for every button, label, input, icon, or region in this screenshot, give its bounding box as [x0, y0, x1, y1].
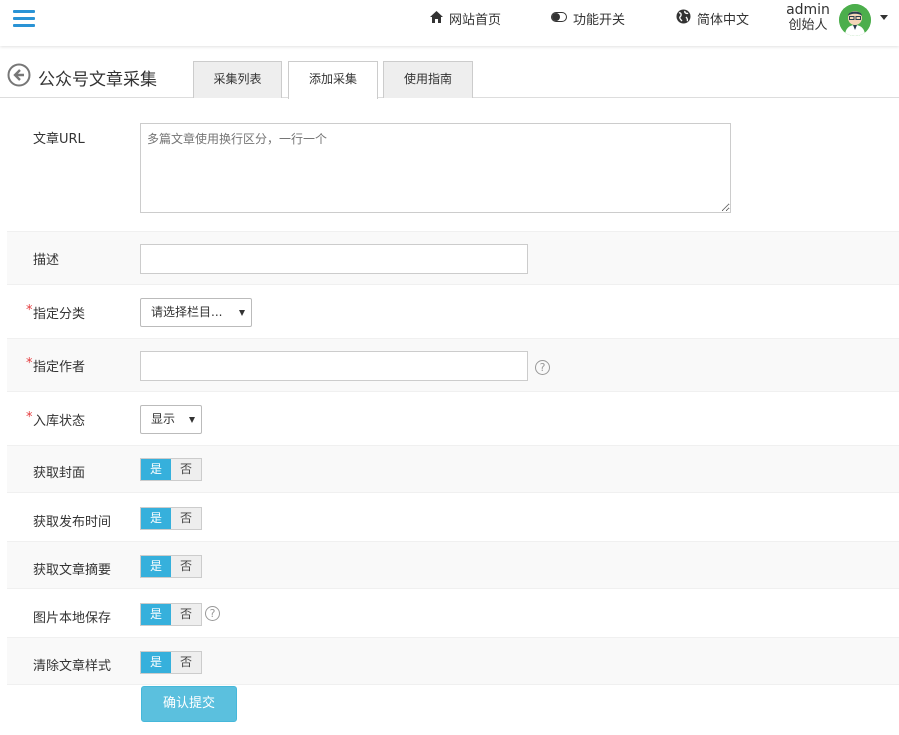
localsave-toggle[interactable]: 是 否	[140, 603, 202, 626]
nav-home-link[interactable]: 网站首页	[430, 9, 501, 28]
toggle-yes[interactable]: 是	[141, 604, 171, 625]
status-select-value: 显示	[151, 412, 176, 426]
user-info[interactable]: admin 创始人	[783, 2, 833, 34]
cover-label: 获取封面	[33, 466, 86, 481]
toggle-yes[interactable]: 是	[141, 652, 171, 673]
url-textarea[interactable]	[140, 123, 731, 213]
nav-language-label: 简体中文	[697, 13, 750, 28]
avatar[interactable]	[839, 4, 871, 36]
summary-toggle[interactable]: 是 否	[140, 555, 202, 578]
home-icon	[430, 10, 443, 27]
nav-home-label: 网站首页	[449, 13, 502, 28]
nav-language-link[interactable]: 简体中文	[676, 9, 749, 28]
cover-toggle[interactable]: 是 否	[140, 458, 202, 481]
back-arrow-icon[interactable]	[7, 63, 31, 87]
tab-collect-list[interactable]: 采集列表	[193, 61, 282, 98]
nav-feature-switch-link[interactable]: 功能开关	[551, 9, 625, 28]
clearstyle-toggle[interactable]: 是 否	[140, 651, 202, 674]
category-label: 指定分类	[33, 307, 86, 322]
toggle-yes[interactable]: 是	[141, 459, 171, 480]
description-label: 描述	[33, 253, 60, 268]
status-label: 入库状态	[33, 414, 86, 429]
required-mark: *	[26, 410, 33, 425]
tab-add-collect[interactable]: 添加采集	[288, 61, 378, 99]
menu-toggle-icon[interactable]	[13, 10, 35, 30]
globe-icon	[676, 9, 691, 28]
pubtime-label: 获取发布时间	[33, 515, 112, 530]
tab-guide[interactable]: 使用指南	[383, 61, 473, 98]
clearstyle-label: 清除文章样式	[33, 659, 112, 674]
toggle-no[interactable]: 否	[171, 459, 201, 480]
toggle-no[interactable]: 否	[171, 604, 201, 625]
category-select-value: 请选择栏目...	[151, 305, 223, 319]
url-label: 文章URL	[33, 132, 85, 147]
category-select[interactable]: 请选择栏目...	[140, 298, 252, 327]
toggle-no[interactable]: 否	[171, 508, 201, 529]
top-navbar: 网站首页 功能开关 简体中文 admin 创始人	[0, 0, 899, 46]
nav-feature-switch-label: 功能开关	[573, 13, 626, 28]
help-icon[interactable]: ?	[535, 360, 550, 375]
description-input[interactable]	[140, 244, 528, 274]
pubtime-toggle[interactable]: 是 否	[140, 507, 202, 530]
toggle-yes[interactable]: 是	[141, 508, 171, 529]
author-input[interactable]	[140, 351, 528, 381]
submit-button[interactable]: 确认提交	[141, 686, 237, 722]
user-role: 创始人	[788, 18, 828, 33]
summary-label: 获取文章摘要	[33, 563, 112, 578]
author-label: 指定作者	[33, 360, 86, 375]
user-menu-caret-icon[interactable]	[880, 15, 888, 20]
select-arrow-icon	[239, 310, 245, 316]
toggle-yes[interactable]: 是	[141, 556, 171, 577]
required-mark: *	[26, 303, 33, 318]
help-icon[interactable]: ?	[205, 606, 220, 621]
page-header: 公众号文章采集 采集列表 添加采集 使用指南	[0, 46, 899, 99]
localsave-label: 图片本地保存	[33, 611, 112, 626]
required-mark: *	[26, 356, 33, 371]
toggle-no[interactable]: 否	[171, 556, 201, 577]
page-title: 公众号文章采集	[38, 70, 157, 90]
status-select[interactable]: 显示	[140, 405, 202, 434]
toggle-no[interactable]: 否	[171, 652, 201, 673]
username: admin	[786, 2, 830, 18]
toggle-icon	[551, 11, 567, 26]
select-arrow-icon	[189, 417, 195, 423]
